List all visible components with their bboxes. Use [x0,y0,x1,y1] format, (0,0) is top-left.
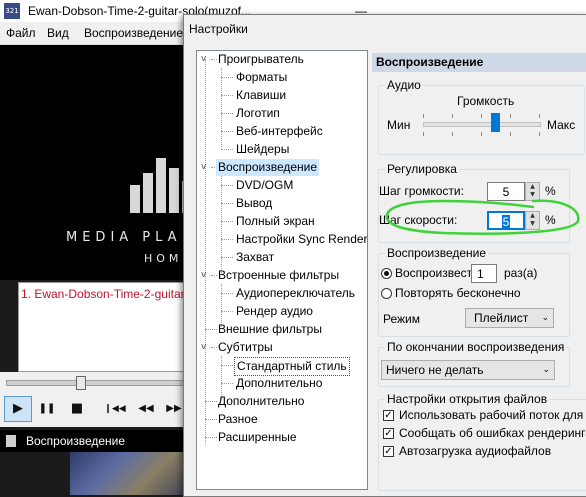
seek-bar[interactable] [6,380,186,386]
tree-item-keys[interactable]: Клавиши [234,87,288,104]
tree-collapse-filters-icon[interactable]: v [201,267,206,284]
play-n-times-label: Воспроизвест [395,266,473,280]
settings-dialog: Настройки v v v v Проигрыватель Форматы … [183,14,586,497]
tree-item-advanced[interactable]: Дополнительно [216,393,306,410]
status-text: Воспроизведение [26,434,126,448]
status-bar: Воспроизведение [0,430,190,452]
mode-label: Режим [383,312,420,326]
play-button[interactable]: ▶ [4,396,32,422]
tree-item-output[interactable]: Вывод [234,195,274,212]
tree-item-misc[interactable]: Разное [216,411,260,428]
spin-up-icon[interactable]: ▲ [526,183,539,191]
worker-thread-checkbox[interactable]: ✓ [383,410,394,421]
tree-item-web-interface[interactable]: Веб-интерфейс [234,123,325,140]
logo-text: MEDIA PLA [66,230,182,245]
tree-item-subtitles-misc[interactable]: Дополнительно [234,375,324,392]
audio-group-label: Аудио [385,78,423,92]
tree-item-subtitles[interactable]: Субтитры [216,339,275,356]
pause-button[interactable]: ❚❚ [33,396,61,422]
tree-collapse-playback-icon[interactable]: v [201,159,206,176]
stop-button[interactable]: ■ [63,396,91,422]
tree-item-player[interactable]: Проигрыватель [216,51,306,68]
tree-item-internal-filters[interactable]: Встроенные фильтры [216,267,341,284]
repeat-forever-radio[interactable] [381,288,392,299]
render-errors-checkbox[interactable]: ✓ [383,428,394,439]
after-playback-group: По окончании воспроизведения Ничего не д… [378,340,570,387]
repeat-forever-label: Повторять бесконечно [395,286,521,300]
seek-thumb[interactable] [76,376,86,390]
volume-min-label: Мин [387,118,411,132]
tree-collapse-player-icon[interactable]: v [201,51,206,68]
volume-step-unit: % [545,184,556,198]
tree-item-shaders[interactable]: Шейдеры [234,141,291,158]
autoload-audio-label: Автозагрузка аудиофайлов [399,444,552,458]
file-open-group-label: Настройки открытия файлов [385,392,550,406]
mode-select[interactable]: Плейлист ⌄ [465,308,554,328]
chevron-down-icon: ⌄ [541,313,549,323]
settings-tree[interactable]: v v v v Проигрыватель Форматы Клавиши Ло… [196,50,368,490]
tree-item-audio-renderer[interactable]: Рендер аудио [234,303,315,320]
audio-file-icon [6,435,16,447]
previous-button[interactable]: ❙◀◀ [101,396,129,422]
mpc-app-icon: 321 [4,3,20,19]
tree-item-default-style[interactable]: Стандартный стиль [234,357,350,376]
tree-item-playback[interactable]: Воспроизведение [216,159,320,176]
after-playback-group-label: По окончании воспроизведения [385,340,567,354]
file-open-group: Настройки открытия файлов ✓ Использовать… [378,392,586,491]
playlist-panel[interactable]: 1. Ewan-Dobson-Time-2-guitar- [18,282,190,372]
green-circle-annotation [385,199,580,235]
playlist-item[interactable]: 1. Ewan-Dobson-Time-2-guitar- [21,287,185,301]
playback-panel: Воспроизведение Аудио Громкость Мин Макс… [372,53,586,493]
tree-collapse-subtitles-icon[interactable]: v [201,339,206,356]
tree-item-audio-switcher[interactable]: Аудиопереключатель [234,285,357,302]
worker-thread-label: Использовать рабочий поток для п [399,408,586,422]
video-thumbnail [70,452,190,495]
chevron-down-icon: ⌄ [542,365,550,375]
volume-step-label: Шаг громкости: [379,184,464,198]
dialog-title: Настройки [189,22,248,36]
tree-item-fullscreen[interactable]: Полный экран [234,213,317,230]
playback-group-label: Воспроизведение [385,246,489,260]
tree-item-logo[interactable]: Логотип [234,105,282,122]
menu-view[interactable]: Вид [47,26,69,40]
volume-slider-thumb[interactable] [490,113,500,132]
menu-file[interactable]: Файл [6,26,36,40]
tree-item-sync-render[interactable]: Настройки Sync Render [234,231,367,248]
audio-group: Аудио Громкость Мин Макс [378,78,585,155]
tree-item-extended[interactable]: Расширенные [216,429,299,446]
playback-group: Воспроизведение Воспроизвест 1 раз(а) По… [378,246,570,337]
tree-item-external-filters[interactable]: Внешние фильтры [216,321,324,338]
volume-max-label: Макс [547,118,576,132]
mode-value: Плейлист [474,311,529,325]
volume-slider-track[interactable] [423,122,541,127]
regulation-group-label: Регулировка [385,162,459,176]
play-count-input[interactable]: 1 [471,264,497,283]
tree-item-capture[interactable]: Захват [234,249,276,266]
panel-header: Воспроизведение [372,53,586,72]
volume-label: Громкость [457,94,515,108]
after-playback-select[interactable]: Ничего не делать ⌄ [381,360,555,380]
rewind-button[interactable]: ◀◀ [132,396,160,422]
tree-item-formats[interactable]: Форматы [234,69,289,86]
times-label: раз(а) [504,266,538,280]
play-n-times-radio[interactable] [381,268,392,279]
tree-item-dvd-ogm[interactable]: DVD/OGM [234,177,295,194]
menu-playback[interactable]: Воспроизведение [84,26,183,40]
render-errors-label: Сообщать об ошибках рендеринга [399,426,586,440]
after-playback-value: Ничего не делать [386,363,484,377]
autoload-audio-checkbox[interactable]: ✓ [383,446,394,457]
